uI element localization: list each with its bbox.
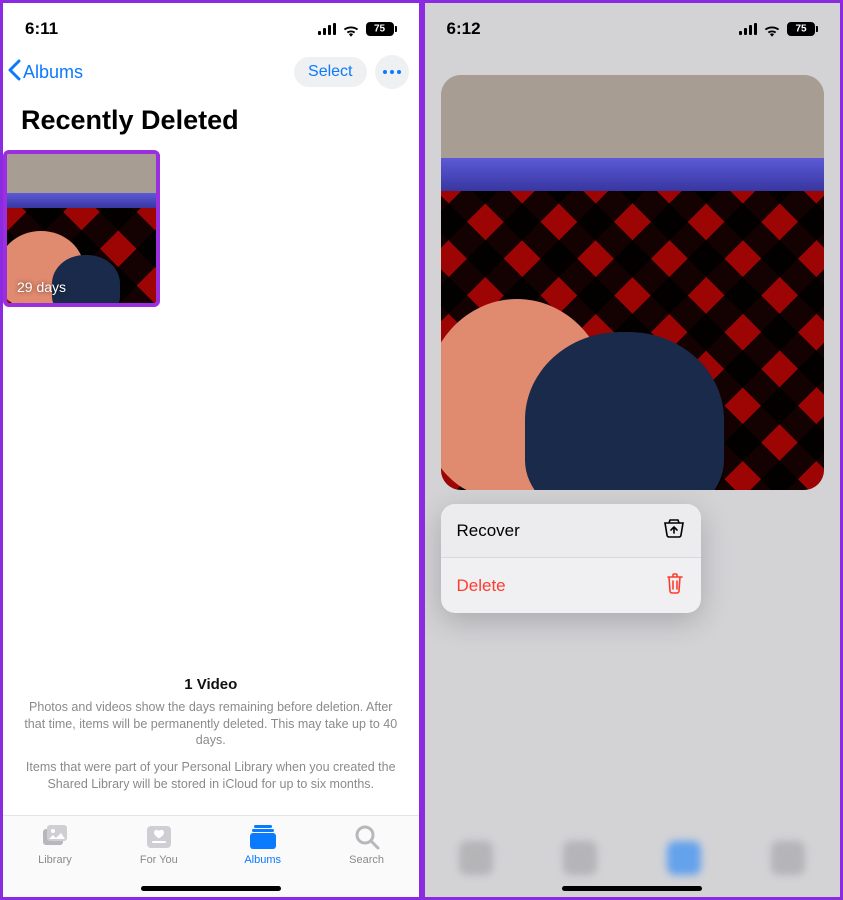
cellular-signal-icon — [318, 23, 336, 35]
info-panel: 1 Video Photos and videos show the days … — [3, 676, 419, 803]
select-button[interactable]: Select — [294, 57, 366, 87]
days-remaining-label: 29 days — [17, 279, 66, 295]
photo-preview[interactable] — [441, 75, 825, 490]
tab-label: For You — [140, 854, 178, 866]
battery-icon: 75 — [366, 22, 397, 36]
more-button[interactable] — [375, 55, 409, 89]
trash-icon — [665, 572, 685, 599]
status-time: 6:11 — [25, 19, 58, 39]
recover-label: Recover — [457, 521, 520, 541]
tab-for-you[interactable]: For You — [107, 824, 211, 866]
for-you-icon — [145, 824, 173, 850]
wifi-icon — [342, 23, 360, 36]
tab-label: Search — [349, 854, 384, 866]
status-right-cluster: 75 — [739, 22, 818, 36]
back-label: Albums — [23, 62, 83, 83]
search-icon — [353, 824, 381, 850]
status-bar: 6:12 75 — [425, 3, 841, 49]
tab-search[interactable]: Search — [315, 824, 419, 866]
tab-label: Albums — [244, 854, 281, 866]
page-title: Recently Deleted — [3, 95, 419, 150]
blurred-tab-active — [667, 841, 701, 875]
item-count-title: 1 Video — [21, 676, 401, 693]
tab-bar-blurred — [425, 815, 841, 897]
wifi-icon — [763, 23, 781, 36]
cellular-signal-icon — [739, 23, 757, 35]
screenshot-right: 6:12 75 — [422, 0, 843, 900]
tab-library[interactable]: Library — [3, 824, 107, 866]
recover-icon — [663, 518, 685, 543]
status-bar: 6:11 75 — [3, 3, 419, 49]
delete-menu-item[interactable]: Delete — [441, 558, 701, 613]
library-icon — [41, 824, 69, 850]
recover-menu-item[interactable]: Recover — [441, 504, 701, 557]
home-indicator[interactable] — [562, 886, 702, 891]
albums-icon — [249, 824, 277, 850]
blurred-tab — [771, 841, 805, 875]
nav-bar: Albums Select — [3, 49, 419, 95]
battery-icon: 75 — [787, 22, 818, 36]
context-menu: Recover Delete — [441, 504, 701, 613]
info-text-1: Photos and videos show the days remainin… — [21, 699, 401, 750]
screenshot-left: 6:11 75 Albums Select — [0, 0, 422, 900]
back-button[interactable]: Albums — [7, 59, 83, 86]
chevron-left-icon — [7, 59, 21, 86]
battery-percent: 75 — [367, 24, 393, 35]
ellipsis-icon — [383, 70, 401, 74]
battery-percent: 75 — [788, 24, 814, 35]
info-text-2: Items that were part of your Personal Li… — [21, 759, 401, 793]
tab-bar: Library For You Albums Search — [3, 815, 419, 897]
home-indicator[interactable] — [141, 886, 281, 891]
blurred-tab — [563, 841, 597, 875]
status-right-cluster: 75 — [318, 22, 397, 36]
delete-label: Delete — [457, 576, 506, 596]
media-thumbnail[interactable]: 29 days — [3, 150, 160, 307]
status-time: 6:12 — [447, 19, 481, 39]
tab-label: Library — [38, 854, 72, 866]
tab-albums[interactable]: Albums — [211, 824, 315, 866]
blurred-tab — [459, 841, 493, 875]
